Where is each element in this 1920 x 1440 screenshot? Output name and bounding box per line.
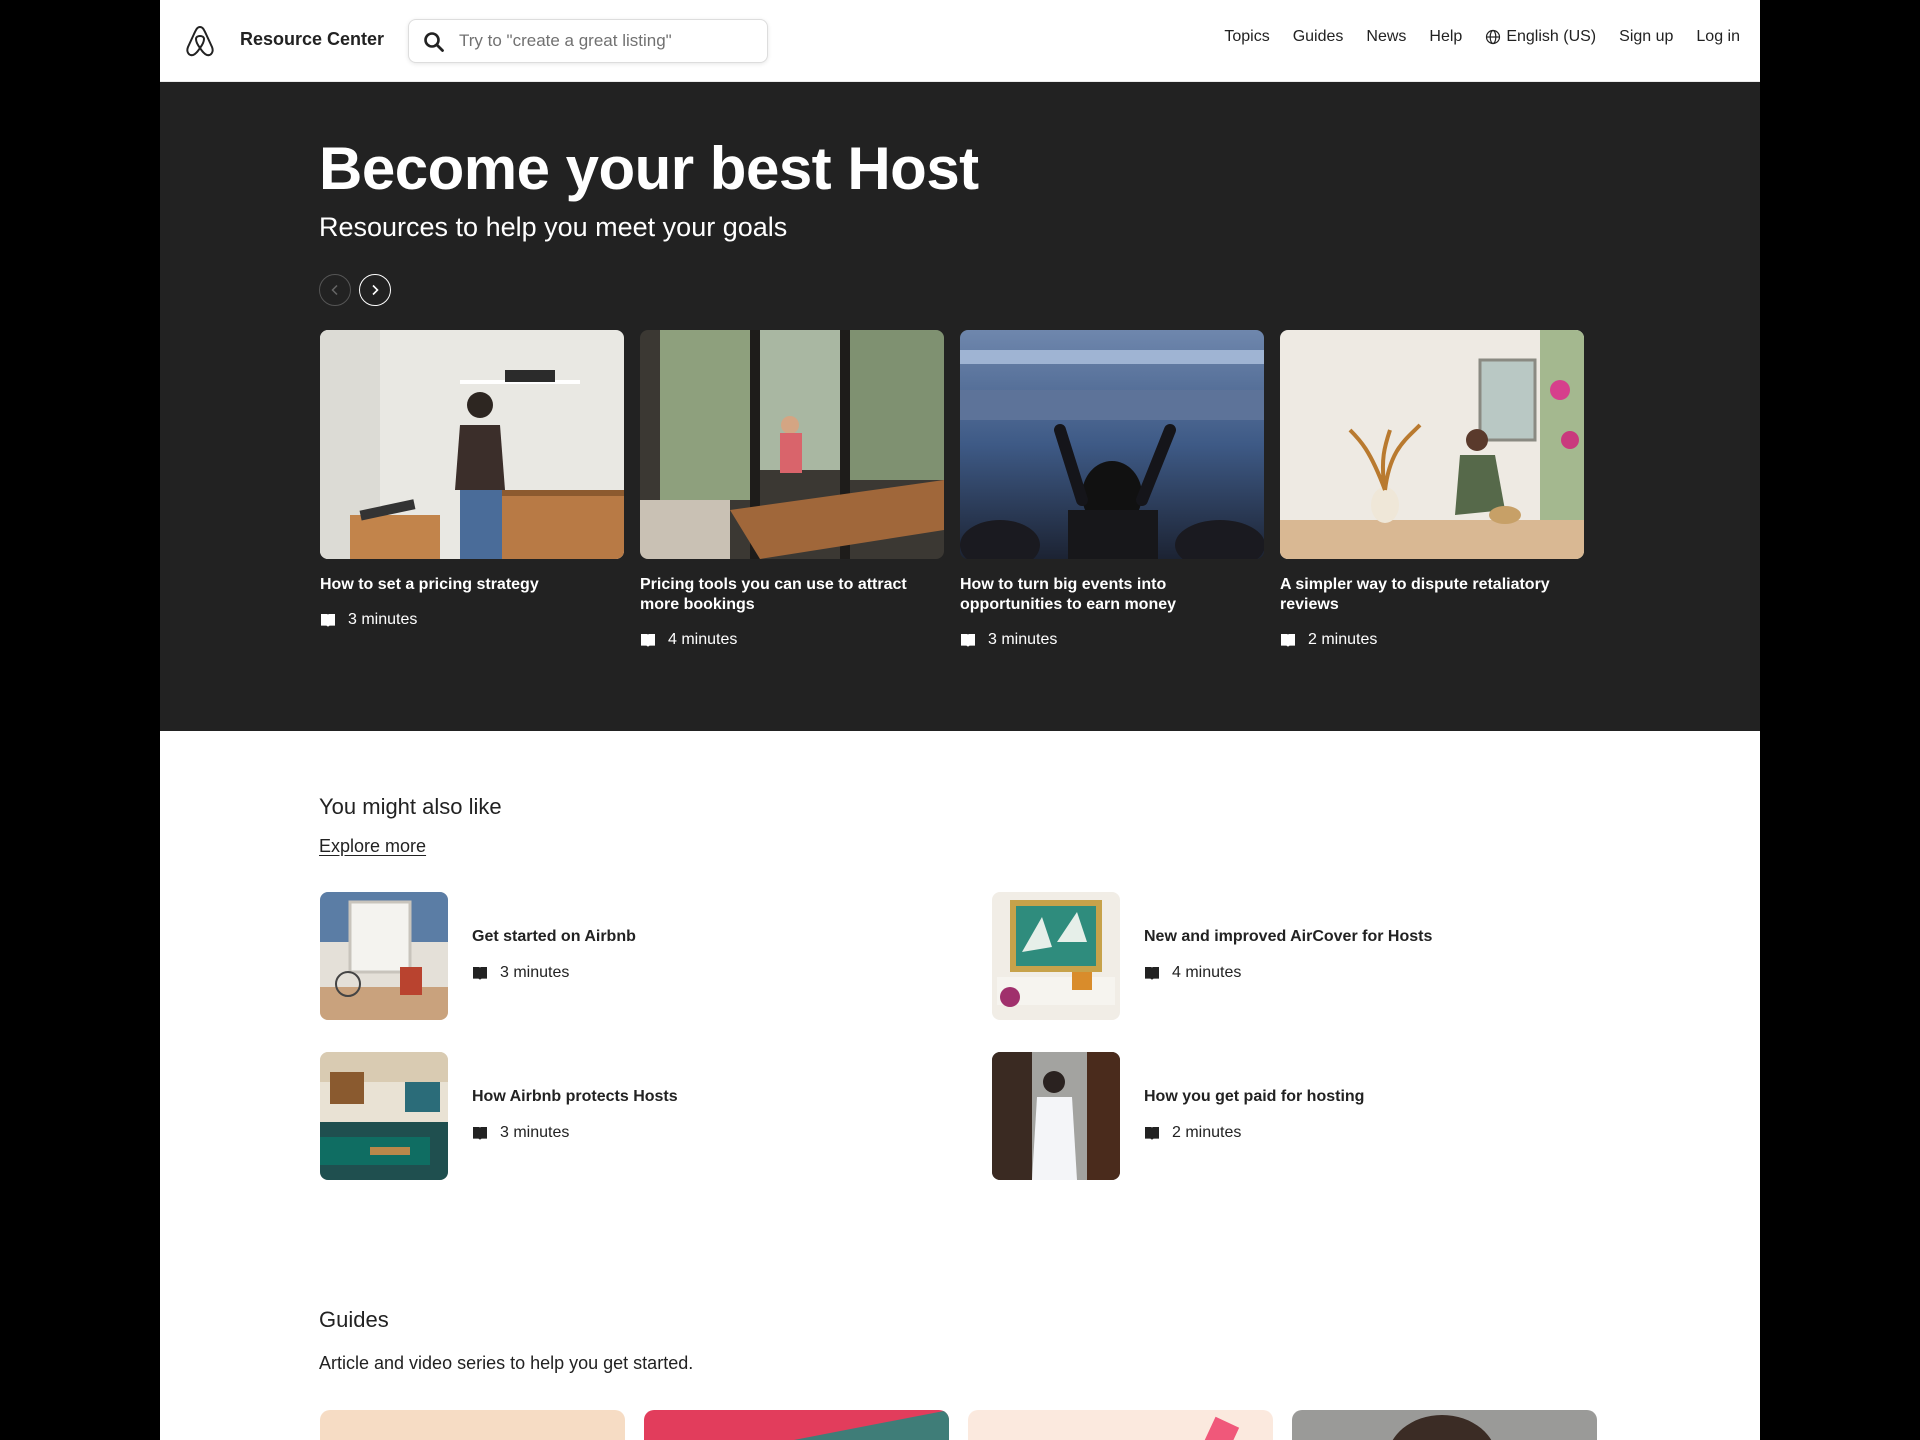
card-read-time: 3 minutes (348, 611, 418, 628)
item-title[interactable]: How you get paid for hosting (1144, 1088, 1364, 1106)
guides-subtitle: Article and video series to help you get… (319, 1353, 694, 1373)
item-photo (320, 892, 448, 1020)
list-item[interactable]: How you get paid for hosting 2 minutes (992, 1052, 1632, 1180)
nav-help[interactable]: Help (1429, 28, 1462, 46)
hero-title: Become your best Host (319, 135, 979, 202)
card-photo (1280, 330, 1584, 559)
item-photo (320, 1052, 448, 1180)
card-meta: 3 minutes (320, 611, 624, 629)
book-icon (321, 614, 335, 627)
hero-card[interactable]: How to set a pricing strategy 3 minutes (320, 330, 624, 629)
chevron-left-icon (331, 284, 338, 296)
card-meta: 4 minutes (640, 631, 944, 649)
list-item[interactable]: How Airbnb protects Hosts 3 minutes (320, 1052, 960, 1180)
item-read-time: 3 minutes (500, 1124, 570, 1141)
card-title[interactable]: Pricing tools you can use to attract mor… (640, 575, 940, 615)
nav-guides[interactable]: Guides (1293, 28, 1344, 46)
card-title[interactable]: How to turn big events into opportunitie… (960, 575, 1260, 615)
search-input[interactable] (459, 30, 755, 52)
book-icon (1145, 967, 1159, 980)
hero-section: Become your best Host Resources to help … (160, 82, 1760, 731)
guide-card[interactable] (1292, 1410, 1597, 1440)
hero-card[interactable]: Pricing tools you can use to attract mor… (640, 330, 944, 649)
item-thumbnail[interactable] (320, 892, 448, 1020)
also-title: You might also like (319, 794, 502, 819)
card-image[interactable] (960, 330, 1264, 559)
language-selector[interactable]: English (US) (1485, 28, 1596, 46)
item-read-time: 3 minutes (500, 964, 570, 981)
card-photo (320, 330, 624, 559)
card-image[interactable] (1280, 330, 1584, 559)
carousel-next-button[interactable] (359, 274, 391, 306)
book-icon (473, 1127, 487, 1140)
airbnb-logo-icon[interactable] (184, 24, 216, 58)
book-icon (1145, 1127, 1159, 1140)
item-title[interactable]: Get started on Airbnb (472, 928, 636, 946)
book-icon (1281, 634, 1295, 647)
item-title[interactable]: How Airbnb protects Hosts (472, 1088, 678, 1106)
page: Resource Center Topics Guides News Help … (160, 0, 1760, 1440)
nav-log-in[interactable]: Log in (1696, 28, 1740, 46)
card-read-time: 3 minutes (988, 631, 1058, 648)
nav-topics[interactable]: Topics (1224, 28, 1269, 46)
search-bar[interactable] (408, 19, 768, 63)
item-photo (992, 892, 1120, 1020)
hero-subtitle: Resources to help you meet your goals (319, 212, 788, 242)
card-photo (640, 330, 944, 559)
card-title[interactable]: A simpler way to dispute retaliatory rev… (1280, 575, 1580, 615)
guide-card-art (1198, 1416, 1240, 1440)
guide-card[interactable] (320, 1410, 625, 1440)
card-photo (960, 330, 1264, 559)
item-meta: 2 minutes (1144, 1124, 1241, 1142)
book-icon (961, 634, 975, 647)
chevron-right-icon (372, 284, 379, 296)
language-label: English (US) (1506, 28, 1597, 45)
card-read-time: 4 minutes (668, 631, 738, 648)
item-meta: 3 minutes (472, 1124, 569, 1142)
brand-title[interactable]: Resource Center (240, 29, 384, 50)
item-thumbnail[interactable] (992, 892, 1120, 1020)
guides-title: Guides (319, 1307, 389, 1332)
globe-icon (1486, 29, 1501, 45)
card-title[interactable]: How to set a pricing strategy (320, 575, 620, 595)
book-icon (473, 967, 487, 980)
item-title[interactable]: New and improved AirCover for Hosts (1144, 928, 1432, 946)
item-read-time: 2 minutes (1172, 1124, 1242, 1141)
book-icon (641, 634, 655, 647)
card-meta: 3 minutes (960, 631, 1264, 649)
top-header: Resource Center Topics Guides News Help … (160, 0, 1760, 82)
hero-card[interactable]: How to turn big events into opportunitie… (960, 330, 1264, 649)
hero-card[interactable]: A simpler way to dispute retaliatory rev… (1280, 330, 1584, 649)
item-meta: 4 minutes (1144, 964, 1241, 982)
list-item[interactable]: Get started on Airbnb 3 minutes (320, 892, 960, 1020)
item-read-time: 4 minutes (1172, 964, 1242, 981)
guide-card-art (1392, 1415, 1492, 1440)
item-photo (992, 1052, 1120, 1180)
search-icon (424, 32, 444, 52)
explore-more-link[interactable]: Explore more (319, 836, 426, 857)
guide-card[interactable] (644, 1410, 949, 1440)
card-image[interactable] (320, 330, 624, 559)
nav-sign-up[interactable]: Sign up (1619, 28, 1673, 46)
carousel-prev-button[interactable] (319, 274, 351, 306)
card-read-time: 2 minutes (1308, 631, 1378, 648)
guide-card[interactable] (968, 1410, 1273, 1440)
item-thumbnail[interactable] (320, 1052, 448, 1180)
card-image[interactable] (640, 330, 944, 559)
guide-card-art (794, 1410, 949, 1440)
item-thumbnail[interactable] (992, 1052, 1120, 1180)
top-nav: Topics Guides News Help English (US) Sig… (1224, 28, 1740, 46)
list-item[interactable]: New and improved AirCover for Hosts 4 mi… (992, 892, 1632, 1020)
item-meta: 3 minutes (472, 964, 569, 982)
card-meta: 2 minutes (1280, 631, 1584, 649)
nav-news[interactable]: News (1366, 28, 1406, 46)
